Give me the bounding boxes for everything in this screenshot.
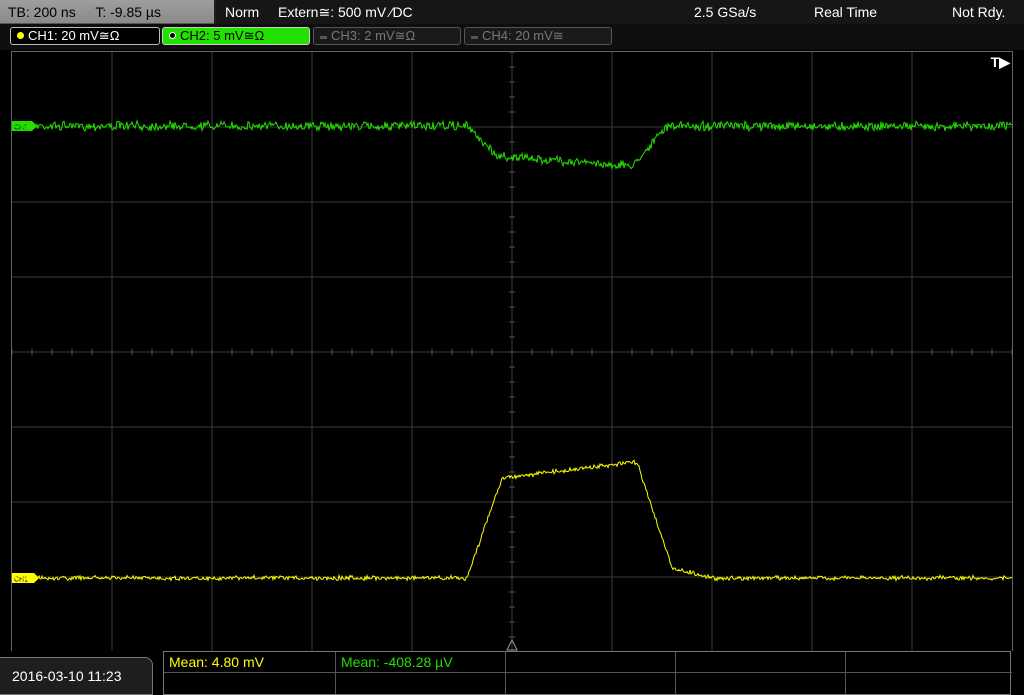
acquisition-mode: Real Time	[814, 4, 878, 20]
trigger-status: Not Rdy.	[952, 4, 1006, 20]
channel-2-dot-icon	[169, 32, 176, 39]
measurement-slot[interactable]	[164, 673, 336, 694]
channel-1-dot-icon	[17, 32, 24, 39]
channel-3-dash-icon	[320, 36, 327, 39]
sample-rate: 2.5 GSa/s	[694, 4, 757, 20]
ch2-mean-measurement[interactable]: Mean: -408.28 µV	[336, 652, 506, 673]
datetime-box: 2016-03-10 11:23	[0, 657, 153, 695]
trigger-info-row[interactable]: Norm Extern≅: 500 mV ⁄DC 2.5 GSa/s Real …	[216, 0, 1024, 24]
channel-3-button[interactable]: CH3: 2 mV≅Ω	[313, 27, 461, 45]
waveform-svg: CH2 CH1	[12, 52, 1012, 652]
ch1-mean-measurement[interactable]: Mean: 4.80 mV	[164, 652, 336, 673]
channel-4-label: CH4: 20 mV≅	[482, 28, 564, 43]
timebase-box[interactable]: TB: 200 ns T: -9.85 µs	[0, 0, 214, 24]
measurement-slot[interactable]	[506, 652, 676, 673]
measurement-slot[interactable]	[676, 652, 846, 673]
channel-3-label: CH3: 2 mV≅Ω	[331, 28, 416, 43]
trigger-mode: Norm	[225, 4, 260, 20]
measurement-panel[interactable]: Mean: 4.80 mV Mean: -408.28 µV	[163, 651, 1012, 695]
measurement-slot[interactable]	[506, 673, 676, 694]
channel-4-button[interactable]: CH4: 20 mV≅	[464, 27, 612, 45]
graticule-grid	[12, 52, 1012, 652]
channel-1-button[interactable]: CH1: 20 mV≅Ω	[10, 27, 160, 45]
footer-bar: 2016-03-10 11:23 Mean: 4.80 mV Mean: -40…	[0, 651, 1024, 695]
channel-4-dash-icon	[471, 36, 478, 39]
measurement-slot[interactable]	[846, 673, 1012, 694]
top-status-bar: TB: 200 ns T: -9.85 µs Norm Extern≅: 500…	[0, 0, 1024, 24]
measurement-slot[interactable]	[336, 673, 506, 694]
measurement-slot[interactable]	[676, 673, 846, 694]
timebase-value: TB: 200 ns	[8, 4, 76, 20]
channel-2-label: CH2: 5 mV≅Ω	[180, 28, 265, 43]
trigger-marker-icon[interactable]: T▶	[991, 54, 1010, 71]
waveform-display[interactable]: CH2 CH1 T▶	[11, 51, 1013, 653]
channel-2-button[interactable]: CH2: 5 mV≅Ω	[162, 27, 310, 45]
measurement-slot[interactable]	[846, 652, 1012, 673]
channel-1-label: CH1: 20 mV≅Ω	[28, 28, 120, 43]
trigger-source: Extern≅: 500 mV ⁄DC	[278, 4, 413, 20]
trigger-time-value: T: -9.85 µs	[95, 4, 161, 20]
channel-bar: CH1: 20 mV≅Ω CH2: 5 mV≅Ω CH3: 2 mV≅Ω CH4…	[0, 24, 1024, 50]
